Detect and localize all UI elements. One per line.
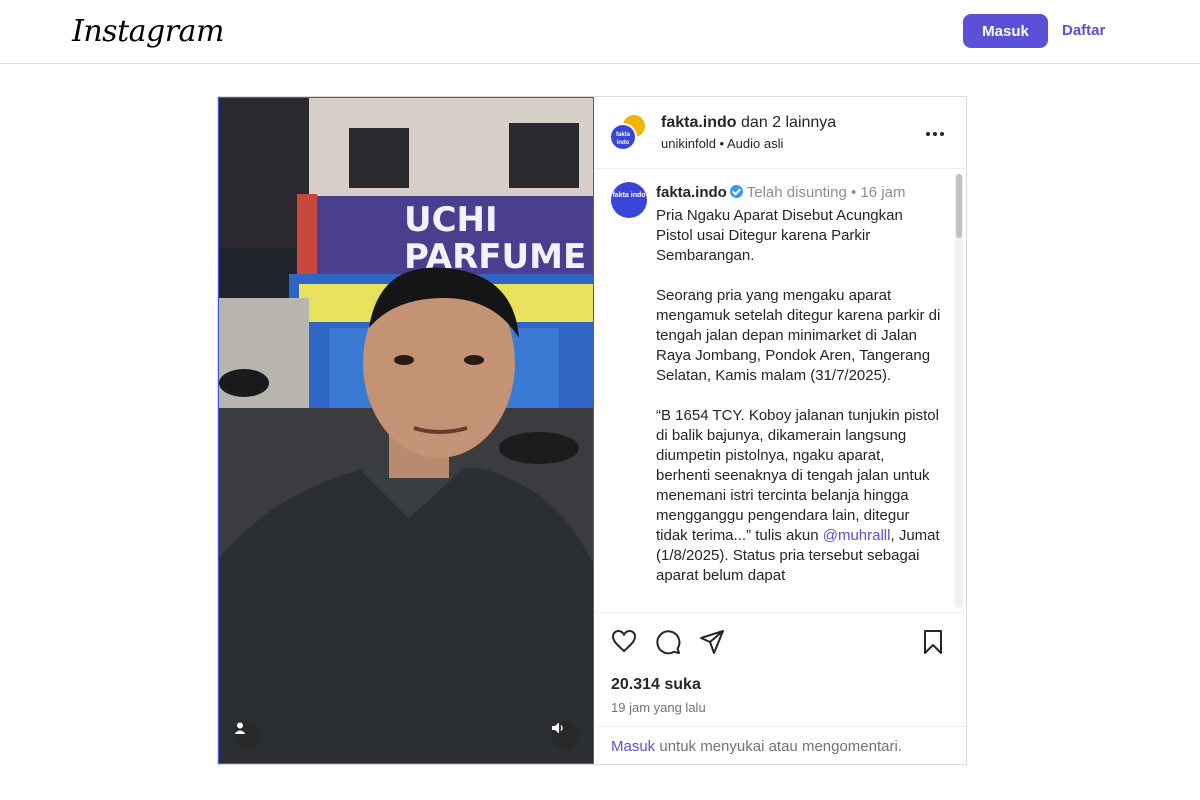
audio-subtitle[interactable]: unikinfold • Audio asli xyxy=(661,136,783,151)
instagram-logo[interactable]: Instagram xyxy=(72,14,224,49)
caption-area[interactable]: fakta indo fakta.indo Telah disunting • … xyxy=(595,170,967,612)
caption-avatar[interactable]: fakta indo xyxy=(611,182,647,218)
heart-icon xyxy=(611,629,637,653)
likes-count[interactable]: 20.314 suka xyxy=(611,676,701,694)
scrollbar-thumb[interactable] xyxy=(956,174,962,238)
author-avatars[interactable]: fakta indo xyxy=(609,113,649,153)
caption-paragraph-3: “B 1654 TCY. Koboy jalanan tunjukin pist… xyxy=(656,407,944,544)
caption-username[interactable]: fakta.indo xyxy=(656,184,727,201)
post-time[interactable]: 19 jam yang lalu xyxy=(611,700,706,715)
mute-toggle-button[interactable] xyxy=(551,721,579,749)
caption-header: fakta.indo Telah disunting • 16 jam xyxy=(656,184,905,201)
comment-button[interactable] xyxy=(655,629,681,660)
post-header: fakta indo fakta.indo dan 2 lainnya unik… xyxy=(595,97,967,169)
sound-icon xyxy=(552,722,563,734)
post-actions: 20.314 suka 19 jam yang lalu Masuk untuk… xyxy=(595,612,967,762)
user-icon xyxy=(234,722,246,734)
comment-icon xyxy=(656,630,681,655)
verified-icon xyxy=(729,185,743,198)
share-icon xyxy=(700,630,724,654)
post-container: UCHI PARFUME fakta indo fakta.indo dan 2… xyxy=(217,96,967,765)
login-prompt: Masuk untuk menyukai atau mengomentari. xyxy=(595,726,967,763)
top-bar: Instagram Masuk Daftar xyxy=(0,0,1200,64)
caption-age: • 16 jam xyxy=(851,184,906,201)
post-video[interactable]: UCHI PARFUME xyxy=(218,97,594,764)
bookmark-icon xyxy=(924,630,942,654)
register-link[interactable]: Daftar xyxy=(1062,22,1105,39)
tagged-users-button[interactable] xyxy=(233,721,261,749)
author-avatar: fakta indo xyxy=(609,123,637,151)
video-frame: UCHI PARFUME xyxy=(219,98,593,763)
caption-paragraph-2: Seorang pria yang mengaku aparat mengamu… xyxy=(656,287,945,384)
like-button[interactable] xyxy=(611,629,637,658)
mention-link[interactable]: @muhralll xyxy=(823,527,891,544)
sign-text-top: UCHI xyxy=(404,200,498,240)
coauthors-text[interactable]: dan 2 lainnya xyxy=(741,114,836,131)
save-button[interactable] xyxy=(922,629,944,660)
more-options-button[interactable] xyxy=(925,121,945,142)
edited-label: Telah disunting xyxy=(746,184,847,201)
login-button[interactable]: Masuk xyxy=(963,14,1048,48)
caption-text: Pria Ngaku Aparat Disebut Acungkan Pisto… xyxy=(656,206,941,586)
more-icon xyxy=(926,132,944,136)
caption-scrollbar[interactable] xyxy=(955,174,963,608)
login-prompt-link[interactable]: Masuk xyxy=(611,738,655,755)
post-panel: fakta indo fakta.indo dan 2 lainnya unik… xyxy=(595,97,967,764)
share-button[interactable] xyxy=(699,629,725,660)
caption-paragraph-1: Pria Ngaku Aparat Disebut Acungkan Pisto… xyxy=(656,207,907,264)
post-authors[interactable]: fakta.indo dan 2 lainnya xyxy=(661,114,836,132)
login-prompt-text: untuk menyukai atau mengomentari. xyxy=(655,738,902,755)
author-name[interactable]: fakta.indo xyxy=(661,114,737,131)
